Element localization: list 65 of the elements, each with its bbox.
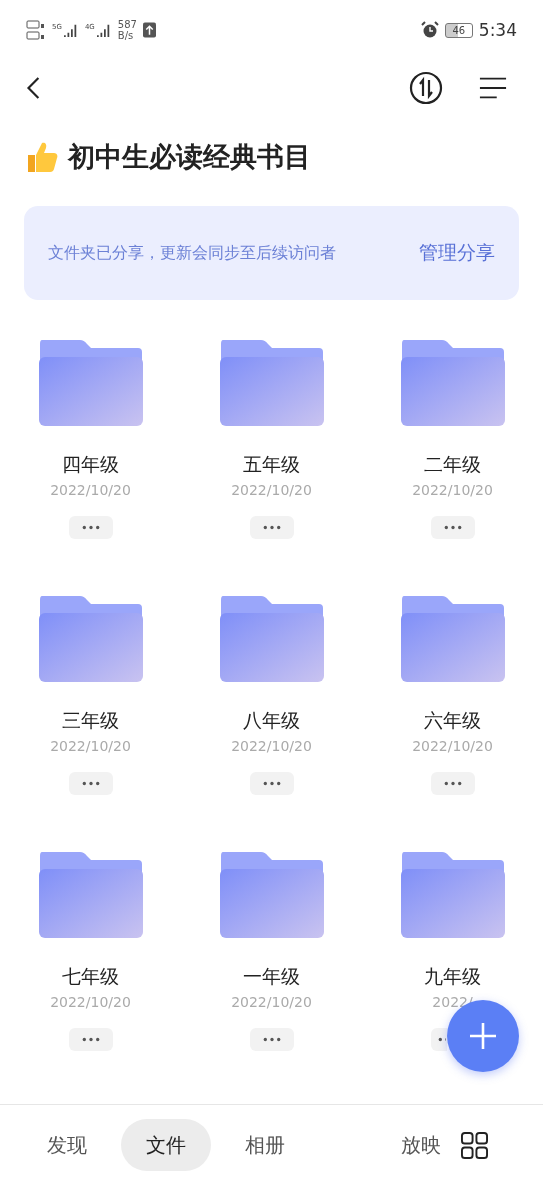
more-button[interactable] [430,516,475,539]
folder-date: 2022/10/20 [412,482,493,498]
folder-icon[interactable] [37,596,144,682]
signal-icon [62,23,79,37]
more-icon [261,781,282,786]
upload-icon [142,22,156,38]
folder-name: 九年级 [424,964,481,989]
more-icon [442,781,463,786]
page-title: 初中生必读经典书目 [68,140,311,174]
more-button[interactable] [249,516,294,539]
folder-date: 2022/10/20 [231,738,312,754]
folder-date: 2022/10/20 [50,482,131,498]
folder-icon[interactable] [218,596,325,682]
folder-icon[interactable] [37,340,144,426]
folder-icon[interactable] [399,596,506,682]
battery-level: 46 [452,24,466,36]
folder-name: 三年级 [62,708,119,733]
folder-name: 二年级 [424,452,481,477]
folder-icon[interactable] [399,852,506,938]
more-button[interactable] [430,772,475,795]
more-button[interactable] [430,1028,447,1051]
more-button[interactable] [68,772,113,795]
folder-icon[interactable] [399,340,506,426]
folder-icon[interactable] [218,340,325,426]
folder-date: 2022/10/20 [231,482,312,498]
more-icon [80,781,101,786]
alarm-icon [420,21,439,39]
plus-icon [468,1021,498,1051]
more-button[interactable] [68,516,113,539]
more-icon [261,1037,282,1042]
folder-name: 一年级 [243,964,300,989]
more-icon [261,525,282,530]
more-icon [80,1037,101,1042]
folder-icon[interactable] [37,852,144,938]
folder-date: 2022/10/20 [50,738,131,754]
more-icon [80,525,101,530]
share-message: 文件夹已分享，更新会同步至后续访问者 [48,242,336,264]
manage-share-link[interactable]: 管理分享 [419,240,495,266]
folder-name: 七年级 [62,964,119,989]
speed-unit: B/s [117,30,135,41]
nav-tab[interactable]: 文件 [121,1119,211,1171]
nav-tab[interactable]: 发现 [22,1119,112,1171]
sort-icon[interactable] [409,71,443,105]
nav-tab[interactable]: 放映 [401,1119,441,1171]
back-icon[interactable] [24,75,42,101]
signal-icon [95,23,112,37]
folder-name: 六年级 [424,708,481,733]
hd-icon [26,19,46,41]
menu-icon[interactable] [479,76,507,100]
folder-date: 2022/10/20 [412,738,493,754]
speed-value: 587 [117,19,137,30]
folder-date: 2022/10/20 [50,994,131,1010]
folder-date: 2022/10/20 [231,994,312,1010]
more-button[interactable] [68,1028,113,1051]
more-button[interactable] [249,1028,294,1051]
more-button[interactable] [249,772,294,795]
folder-name: 五年级 [243,452,300,477]
more-icon [436,1037,446,1042]
more-icon [442,525,463,530]
clock: 5:34 [478,20,517,40]
grid-icon[interactable] [461,1132,488,1159]
folder-name: 四年级 [62,452,119,477]
nav-tab[interactable]: 相册 [220,1119,310,1171]
folder-name: 八年级 [243,708,300,733]
folder-icon[interactable] [218,852,325,938]
